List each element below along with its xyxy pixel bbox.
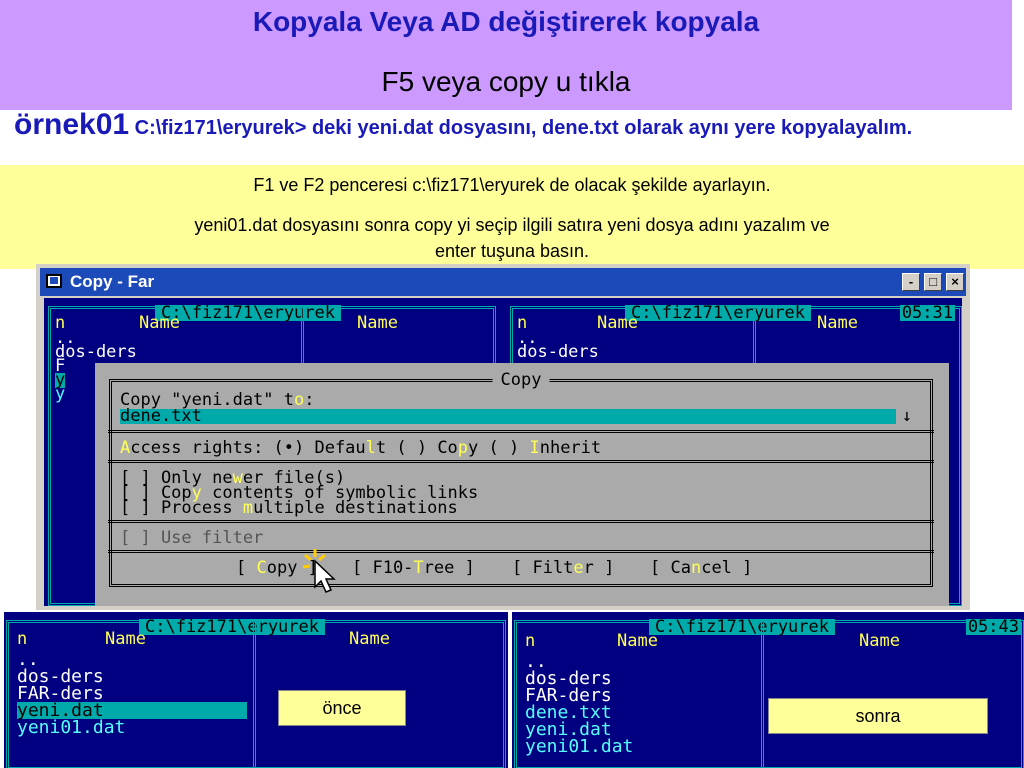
right-col-name: Name bbox=[597, 313, 638, 333]
before-col-name-2: Name bbox=[349, 629, 390, 649]
far-console: C:\fiz171\eryurek n Name Name .. dos-der… bbox=[44, 298, 962, 606]
destination-input[interactable]: dene.txt ↓ bbox=[120, 406, 912, 426]
mouse-cursor-icon bbox=[302, 549, 336, 593]
file-item[interactable]: yeni01.dat bbox=[525, 738, 633, 756]
filter-button[interactable]: [ Filter ] bbox=[512, 560, 614, 577]
file-item[interactable]: dos-ders bbox=[55, 344, 137, 361]
note-line-2: yeni01.dat dosyasını sonra copy yi seçip… bbox=[194, 215, 830, 235]
before-panel-path: C:\fiz171\eryurek bbox=[139, 619, 325, 636]
window-title: Copy - Far bbox=[70, 272, 155, 291]
before-col-divider bbox=[253, 623, 256, 767]
after-panel: C:\fiz171\eryurek 05:43 n Name Name .. d… bbox=[512, 612, 1024, 768]
before-col-n: n bbox=[17, 629, 28, 649]
clock: 05:31 bbox=[899, 303, 955, 323]
after-panel-frame[interactable]: C:\fiz171\eryurek 05:43 n Name Name .. d… bbox=[514, 617, 1024, 768]
use-filter-checkbox[interactable]: [ ] Use filter bbox=[120, 530, 263, 547]
note-line-3: enter tuşuna basın. bbox=[434, 241, 590, 261]
minimize-button[interactable]: - bbox=[902, 273, 920, 291]
file-item[interactable]: y bbox=[55, 386, 65, 403]
example-description: C:\fiz171\eryurek> deki yeni.dat dosyası… bbox=[134, 117, 913, 139]
copy-dialog-frame: Copy Copy "yeni.dat" to: dene.txt ↓ Acces… bbox=[108, 372, 934, 587]
cancel-button[interactable]: [ Cancel ] bbox=[650, 560, 752, 577]
copy-dialog: Copy Copy "yeni.dat" to: dene.txt ↓ Acces… bbox=[95, 363, 949, 606]
after-col-name: Name bbox=[617, 631, 658, 651]
close-button[interactable]: × bbox=[946, 273, 964, 291]
after-label: sonra bbox=[768, 698, 988, 734]
after-panel-path: C:\fiz171\eryurek bbox=[649, 619, 835, 636]
app-icon bbox=[46, 274, 62, 288]
maximize-button[interactable]: □ bbox=[924, 273, 942, 291]
destination-value[interactable]: dene.txt bbox=[120, 406, 202, 426]
left-panel-path: C:\fiz171\eryurek bbox=[155, 305, 341, 322]
dialog-separator bbox=[108, 520, 934, 523]
before-panel-frame[interactable]: C:\fiz171\eryurek n Name Name .. dos-der… bbox=[6, 619, 506, 768]
dialog-separator bbox=[108, 460, 934, 463]
right-panel-path: C:\fiz171\eryurek bbox=[625, 305, 811, 322]
note-line-1: F1 ve F2 penceresi c:\fiz171\eryurek de … bbox=[253, 175, 771, 195]
after-col-n: n bbox=[525, 631, 536, 651]
file-item[interactable]: yeni01.dat bbox=[17, 719, 125, 737]
instruction-note: F1 ve F2 penceresi c:\fiz171\eryurek de … bbox=[0, 165, 1024, 269]
f10-tree-button[interactable]: [ F10-Tree ] bbox=[352, 560, 475, 577]
slide-subtitle: F5 veya copy u tıkla bbox=[381, 66, 631, 97]
example-text: örnek01 C:\fiz171\eryurek> deki yeni.dat… bbox=[14, 110, 1004, 143]
window-titlebar[interactable]: Copy - Far - □ × bbox=[40, 268, 966, 296]
clock: 05:43 bbox=[965, 617, 1021, 637]
file-item[interactable]: dos-ders bbox=[517, 344, 599, 361]
after-col-divider bbox=[761, 623, 764, 767]
example-label: örnek01 bbox=[14, 108, 130, 141]
before-col-name: Name bbox=[105, 629, 146, 649]
slide-title: Kopyala Veya AD değiştirerek kopyala bbox=[252, 6, 760, 37]
multiple-destinations-checkbox[interactable]: [ ] Process multiple destinations bbox=[120, 500, 458, 517]
dialog-separator bbox=[108, 430, 934, 433]
right-col-name-2: Name bbox=[817, 313, 858, 333]
before-panel: C:\fiz171\eryurek n Name Name .. dos-der… bbox=[4, 612, 508, 768]
after-col-name-2: Name bbox=[859, 631, 900, 651]
left-col-name-2: Name bbox=[357, 313, 398, 333]
history-arrow-icon[interactable]: ↓ bbox=[902, 408, 912, 425]
access-rights-row[interactable]: Access rights: (•) Default ( ) Copy ( ) … bbox=[120, 440, 601, 457]
dialog-title: Copy bbox=[492, 372, 550, 389]
header-banner: Kopyala Veya AD değiştirerek kopyala F5 … bbox=[0, 0, 1012, 110]
far-window: Copy - Far - □ × C:\fiz171\eryurek n Nam… bbox=[36, 264, 970, 610]
before-label: önce bbox=[278, 690, 406, 726]
left-col-name: Name bbox=[139, 313, 180, 333]
dialog-separator bbox=[108, 550, 934, 553]
